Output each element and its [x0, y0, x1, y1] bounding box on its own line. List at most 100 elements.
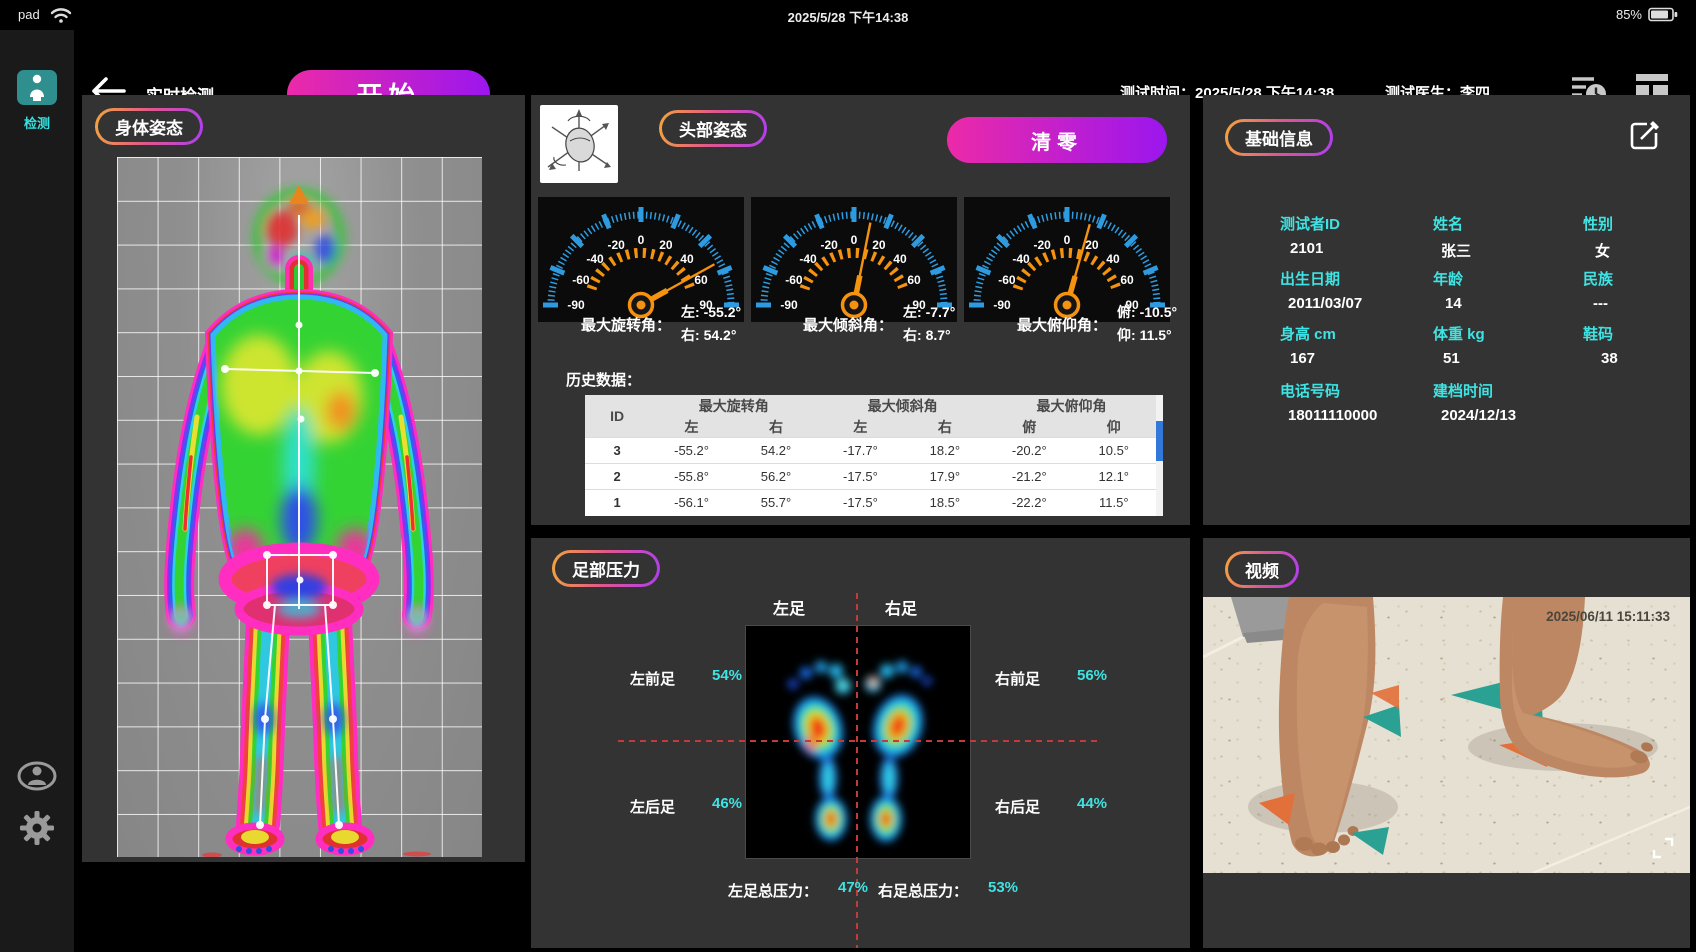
body-posture-title: 身体姿态: [95, 108, 203, 145]
fullscreen-icon[interactable]: [1652, 837, 1674, 859]
field-label-name: 姓名: [1433, 213, 1463, 234]
field-label-shoe-size: 鞋码: [1583, 323, 1613, 344]
max-rotation-right: 右: 54.2°: [681, 327, 736, 343]
svg-text:-40: -40: [1012, 252, 1030, 266]
sidebar: 检测: [0, 30, 74, 952]
col-id: ID: [585, 395, 649, 438]
svg-text:-20: -20: [1033, 238, 1051, 252]
orange-marker: [1371, 685, 1399, 709]
svg-text:-60: -60: [785, 273, 803, 287]
max-tilt-label: 最大倾斜角：: [803, 314, 893, 335]
max-tilt-right: 右: 8.7°: [903, 327, 951, 343]
left-total-pressure-value: 47%: [838, 879, 868, 896]
profile-icon[interactable]: [17, 760, 57, 792]
field-value-birthdate: 2011/03/07: [1288, 295, 1362, 312]
foot-pressure-heatmap: [745, 625, 971, 859]
field-value-record-date: 2024/12/13: [1441, 407, 1516, 424]
svg-text:-20: -20: [820, 238, 838, 252]
max-pitch-up: 仰: 11.5°: [1117, 327, 1172, 343]
table-scrollbar-thumb[interactable]: [1156, 421, 1163, 461]
person-icon: [17, 70, 57, 105]
status-datetime: 2025/5/28 下午14:38: [0, 7, 1696, 26]
status-bar: pad 2025/5/28 下午14:38 85%: [0, 0, 1696, 30]
field-label-height: 身高 cm: [1280, 323, 1336, 344]
field-value-ethnicity: ---: [1593, 295, 1608, 312]
header: 实时检测 开始 测试时间：2025/5/28 下午14:38 测试医生：李四: [0, 30, 1696, 95]
right-forefoot-value: 56%: [1077, 667, 1107, 684]
edit-icon[interactable]: [1626, 115, 1664, 153]
crosshair-horizontal: [618, 740, 1098, 742]
max-rotation-left: 左: -55.2°: [681, 304, 741, 320]
right-total-pressure-label: 右足总压力：: [878, 880, 968, 901]
svg-text:-60: -60: [998, 273, 1016, 287]
field-value-shoe-size: 38: [1601, 350, 1618, 367]
max-tilt-stat: 最大倾斜角： 左: -7.7° 右: 8.7°: [803, 298, 955, 350]
svg-text:20: 20: [659, 238, 673, 252]
svg-text:-90: -90: [780, 298, 798, 312]
svg-text:-40: -40: [586, 252, 604, 266]
max-pitch-label: 最大俯仰角：: [1017, 314, 1107, 335]
max-tilt-left: 左: -7.7°: [903, 304, 955, 320]
left-rearfoot-label: 左后足: [630, 796, 675, 817]
head-axes-image: [540, 105, 618, 183]
svg-text:-60: -60: [572, 273, 590, 287]
gear-icon[interactable]: [17, 808, 57, 848]
sidebar-item-detect-label: 检测: [0, 113, 74, 132]
svg-text:40: 40: [680, 252, 694, 266]
max-rotation-stat: 最大旋转角： 左: -55.2° 右: 54.2°: [581, 298, 741, 350]
col-group-tilt: 最大倾斜角: [818, 395, 987, 416]
field-label-age: 年龄: [1433, 268, 1463, 289]
right-rearfoot-label: 右后足: [995, 796, 1040, 817]
field-label-birthdate: 出生日期: [1280, 268, 1340, 289]
field-value-gender: 女: [1595, 240, 1610, 261]
battery-fill: [1651, 11, 1668, 19]
right-total-pressure-value: 53%: [988, 879, 1018, 896]
svg-text:-90: -90: [993, 298, 1011, 312]
right-rearfoot-value: 44%: [1077, 795, 1107, 812]
right-foot-label: 右足: [871, 595, 931, 619]
field-value-height: 167: [1290, 350, 1315, 367]
battery-percent: 85%: [1616, 7, 1642, 22]
field-label-ethnicity: 民族: [1583, 268, 1613, 289]
history-table: ID 最大旋转角 最大倾斜角 最大俯仰角 左 右 左 右 俯 仰: [585, 395, 1163, 516]
svg-text:-40: -40: [799, 252, 817, 266]
svg-text:20: 20: [872, 238, 886, 252]
thermal-feet: [202, 826, 431, 857]
field-value-phone: 18011110000: [1288, 407, 1377, 424]
video-timestamp: 2025/06/11 15:11:33: [1546, 609, 1670, 624]
subcol-right: 右: [734, 416, 818, 438]
head-posture-panel: 头部姿态 清零 -90-60-40-20020406090 -90-60-40-…: [531, 95, 1190, 525]
video-frame[interactable]: 2025/06/11 15:11:33: [1203, 597, 1690, 873]
clear-button[interactable]: 清零: [947, 117, 1167, 163]
table-row[interactable]: 3 -55.2° 54.2° -17.7° 18.2° -20.2° 10.5°: [585, 438, 1156, 464]
svg-text:60: 60: [907, 273, 921, 287]
field-value-tester-id: 2101: [1290, 240, 1323, 257]
field-value-age: 14: [1445, 295, 1462, 312]
subcol-up: 仰: [1072, 416, 1156, 438]
basic-info-title: 基础信息: [1225, 119, 1333, 156]
video-title: 视频: [1225, 551, 1299, 588]
field-label-weight: 体重 kg: [1433, 323, 1485, 344]
svg-text:20: 20: [1085, 238, 1099, 252]
history-data-label: 历史数据：: [566, 369, 641, 390]
max-rotation-label: 最大旋转角：: [581, 314, 671, 335]
head-posture-title: 头部姿态: [659, 110, 767, 147]
field-label-tester-id: 测试者ID: [1280, 213, 1340, 234]
sidebar-item-detect[interactable]: [17, 70, 57, 105]
left-forefoot-label: 左前足: [630, 668, 675, 689]
svg-text:-20: -20: [607, 238, 625, 252]
table-row[interactable]: 1 -56.1° 55.7° -17.5° 18.5° -22.2° 11.5°: [585, 490, 1156, 516]
left-total-pressure-label: 左足总压力：: [728, 880, 818, 901]
field-label-gender: 性别: [1583, 213, 1613, 234]
svg-text:60: 60: [1120, 273, 1134, 287]
svg-text:0: 0: [638, 233, 645, 247]
svg-text:0: 0: [851, 233, 858, 247]
left-forefoot-value: 54%: [712, 667, 742, 684]
subcol-left2: 左: [818, 416, 902, 438]
left-rearfoot-value: 46%: [712, 795, 742, 812]
max-pitch-stat: 最大俯仰角： 俯: -10.5° 仰: 11.5°: [1017, 298, 1177, 350]
subcol-right2: 右: [903, 416, 987, 438]
table-row[interactable]: 2 -55.8° 56.2° -17.5° 17.9° -21.2° 12.1°: [585, 464, 1156, 490]
field-value-weight: 51: [1443, 350, 1460, 367]
battery-icon: [1648, 7, 1678, 22]
